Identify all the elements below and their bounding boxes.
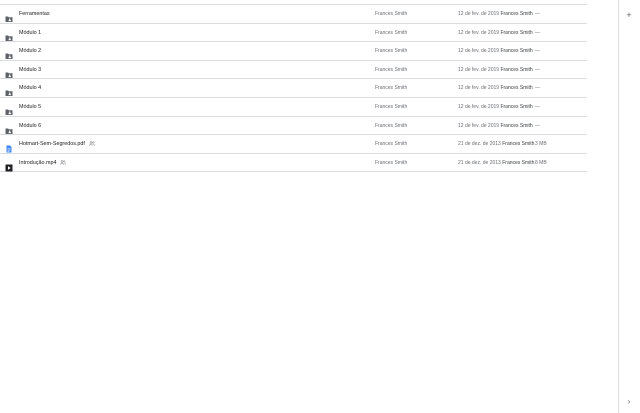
modified-date: 12 de fev. de 2019	[458, 103, 500, 110]
video-icon	[5, 159, 13, 172]
modified-by: Frances Smith	[500, 48, 533, 55]
shared-folder-icon	[5, 84, 13, 97]
file-row[interactable]: Módulo 6 Frances Smith 12 de fev. de 2019 …	[0, 117, 587, 136]
file-name: Hotmart-Sem-Segredos.pdf	[19, 135, 95, 153]
modified-date: 21 de dez. de 2013	[458, 141, 501, 148]
modified-by: Frances Smith	[500, 103, 533, 110]
file-row[interactable]: Módulo 1 Frances Smith 12 de fev. de 2019 …	[0, 24, 587, 43]
shared-folder-icon	[5, 29, 13, 41]
file-name: Módulo 6	[19, 117, 41, 135]
modified-by: Frances Smith	[502, 159, 535, 166]
file-name-text: Hotmart-Sem-Segredos.pdf	[19, 141, 85, 148]
file-name: Introdução.mp4	[19, 154, 67, 172]
file-name-text: Ferramentas	[19, 11, 50, 17]
file-last-modified: 12 de fev. de 2019 Frances Smith	[458, 79, 533, 97]
file-list: Ferramentas Frances Smith 12 de fev. de 20…	[0, 4, 587, 173]
file-row[interactable]: Ferramentas Frances Smith 12 de fev. de 20…	[0, 5, 587, 24]
modified-by: Frances Smith	[500, 85, 533, 92]
file-name: Módulo 3	[19, 61, 41, 79]
file-name: Módulo 1	[19, 24, 41, 42]
file-size: —	[535, 66, 540, 73]
file-owner: Frances Smith	[375, 11, 408, 17]
drive-page: Ferramentas Frances Smith 12 de fev. de 20…	[0, 0, 640, 413]
file-last-modified: 12 de fev. de 2019 Frances Smith	[458, 42, 533, 60]
file-last-modified: 12 de fev. de 2019 Frances Smith	[458, 98, 533, 116]
file-last-modified: 21 de dez. de 2013 Frances Smith	[458, 154, 534, 172]
file-size: 8 MB	[535, 159, 547, 166]
modified-by: Frances Smith	[502, 141, 535, 148]
file-owner: Frances Smith	[375, 29, 408, 36]
modified-by: Frances Smith	[500, 11, 533, 17]
file-owner: Frances Smith	[375, 103, 408, 110]
file-size: —	[535, 48, 540, 55]
file-row[interactable]: Módulo 3 Frances Smith 12 de fev. de 2019 …	[0, 61, 587, 80]
shared-folder-icon	[5, 103, 13, 115]
file-name-text: Módulo 3	[19, 66, 42, 73]
add-addon-button[interactable]: +	[624, 10, 634, 20]
shared-icon	[60, 155, 67, 165]
shared-folder-icon	[5, 10, 13, 22]
side-panel: + ›	[618, 0, 640, 413]
file-name: Módulo 5	[19, 98, 41, 116]
file-row[interactable]: Módulo 4 Frances Smith 12 de fev. de 2019 …	[0, 79, 587, 98]
file-row[interactable]: Introdução.mp4 Frances Smith 21 de dez. de…	[0, 154, 587, 173]
modified-date: 12 de fev. de 2019	[458, 85, 500, 92]
file-size: —	[535, 122, 540, 129]
shared-icon	[88, 136, 95, 146]
file-name: Módulo 4	[19, 79, 41, 97]
file-row[interactable]: Hotmart-Sem-Segredos.pdf Frances Smith 21 …	[0, 135, 587, 154]
shared-folder-icon	[5, 47, 13, 60]
file-size: —	[535, 85, 540, 92]
file-last-modified: 21 de dez. de 2013 Frances Smith	[458, 135, 534, 153]
file-owner: Frances Smith	[375, 66, 408, 73]
file-name-text: Módulo 1	[19, 29, 42, 36]
file-owner: Frances Smith	[375, 122, 408, 129]
modified-date: 12 de fev. de 2019	[458, 66, 500, 73]
file-last-modified: 12 de fev. de 2019 Frances Smith	[458, 24, 533, 42]
file-name-text: Módulo 4	[19, 85, 42, 92]
file-last-modified: 12 de fev. de 2019 Frances Smith	[458, 5, 533, 23]
file-size: —	[535, 103, 540, 110]
document-icon	[5, 140, 13, 153]
file-size: —	[535, 29, 540, 36]
expand-panel-button[interactable]: ›	[624, 397, 634, 407]
modified-date: 12 de fev. de 2019	[458, 29, 500, 36]
file-size: 3 MB	[535, 141, 547, 148]
file-name-text: Módulo 5	[19, 103, 42, 110]
modified-by: Frances Smith	[500, 29, 533, 36]
modified-by: Frances Smith	[500, 66, 533, 73]
file-name-text: Módulo 2	[19, 48, 42, 55]
file-owner: Frances Smith	[375, 141, 408, 148]
modified-date: 12 de fev. de 2019	[458, 48, 500, 55]
modified-date: 21 de dez. de 2013	[458, 159, 501, 166]
file-owner: Frances Smith	[375, 48, 408, 55]
file-owner: Frances Smith	[375, 159, 408, 166]
file-row[interactable]: Módulo 2 Frances Smith 12 de fev. de 2019 …	[0, 42, 587, 61]
file-name: Ferramentas	[19, 5, 50, 23]
file-owner: Frances Smith	[375, 85, 408, 92]
modified-date: 12 de fev. de 2019	[458, 11, 500, 17]
file-last-modified: 12 de fev. de 2019 Frances Smith	[458, 117, 533, 135]
shared-folder-icon	[5, 66, 13, 78]
file-name-text: Módulo 6	[19, 122, 42, 129]
modified-by: Frances Smith	[500, 122, 533, 129]
file-name-text: Introdução.mp4	[19, 159, 57, 166]
file-row[interactable]: Módulo 5 Frances Smith 12 de fev. de 2019 …	[0, 98, 587, 117]
file-last-modified: 12 de fev. de 2019 Frances Smith	[458, 61, 533, 79]
shared-folder-icon	[5, 122, 13, 134]
file-size: —	[535, 11, 540, 17]
file-name: Módulo 2	[19, 42, 41, 60]
modified-date: 12 de fev. de 2019	[458, 122, 500, 129]
